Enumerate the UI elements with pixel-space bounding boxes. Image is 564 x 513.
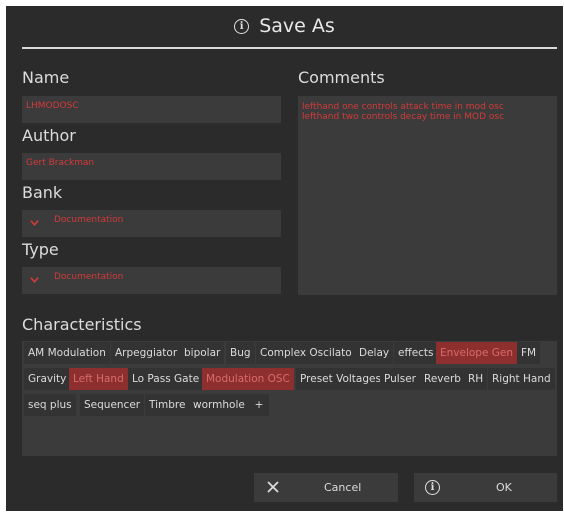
cancel-button[interactable]: Cancel — [254, 473, 398, 502]
save-as-dialog: i Save As Name LHMODOSC Author Gert Brac… — [6, 6, 563, 511]
characteristics-label: Characteristics — [22, 315, 142, 334]
info-icon: i — [425, 480, 440, 495]
ok-button[interactable]: i OK — [414, 473, 557, 502]
name-label: Name — [22, 68, 70, 87]
comments-label: Comments — [298, 68, 385, 87]
tag-seq-plus[interactable]: seq plus — [24, 394, 76, 416]
tag-timbre[interactable]: Timbre — [145, 394, 190, 416]
name-field[interactable]: LHMODOSC — [22, 96, 281, 123]
author-value: Gert Brackman — [26, 158, 95, 168]
tag-delay[interactable]: Delay — [355, 342, 394, 364]
info-icon: i — [234, 18, 250, 34]
bank-select[interactable]: Documentation — [22, 210, 281, 237]
type-value: Documentation — [54, 272, 124, 282]
close-icon — [267, 481, 279, 493]
type-label: Type — [22, 240, 59, 259]
tag-preset-voltages[interactable]: Preset Voltages — [296, 368, 385, 390]
tag-reverb[interactable]: Reverb — [420, 368, 465, 390]
dialog-title: Save As — [259, 15, 335, 37]
tag-envelope-gen[interactable]: Envelope Gen — [436, 342, 518, 364]
tag-sequencer[interactable]: Sequencer — [80, 394, 145, 416]
ok-label: OK — [496, 481, 512, 494]
type-select[interactable]: Documentation — [22, 267, 281, 294]
tag-bipolar[interactable]: bipolar — [180, 342, 225, 364]
cancel-label: Cancel — [324, 481, 362, 494]
chevron-down-icon — [30, 220, 39, 226]
tag-am-modulation[interactable]: AM Modulation — [24, 342, 110, 364]
tag-modulation-osc[interactable]: Modulation OSC — [202, 368, 294, 390]
tag-left-hand[interactable]: Left Hand — [69, 368, 128, 390]
tag-pulser[interactable]: Pulser — [380, 368, 420, 390]
tag-lo-pass-gate[interactable]: Lo Pass Gate — [128, 368, 204, 390]
dialog-header: i Save As — [6, 6, 563, 46]
name-value: LHMODOSC — [26, 101, 79, 111]
author-field[interactable]: Gert Brackman — [22, 153, 281, 180]
tag-bug[interactable]: Bug — [226, 342, 255, 364]
chevron-down-icon — [30, 277, 39, 283]
header-divider — [22, 47, 557, 49]
author-label: Author — [22, 126, 76, 145]
bank-label: Bank — [22, 183, 63, 202]
tag-rh[interactable]: RH — [464, 368, 488, 390]
add-tag-button[interactable]: + — [249, 394, 269, 416]
tag-fm[interactable]: FM — [517, 342, 541, 364]
tag-right-hand[interactable]: Right Hand — [488, 368, 555, 390]
tag-complex-oscilato[interactable]: Complex Oscilato — [256, 342, 356, 364]
comments-textarea[interactable]: lefthand one controls attack time in mod… — [298, 96, 557, 295]
tag-wormhole[interactable]: wormhole — [189, 394, 249, 416]
bank-value: Documentation — [54, 215, 124, 225]
tag-effects[interactable]: effects — [394, 342, 438, 364]
tag-gravity[interactable]: Gravity — [24, 368, 71, 390]
tag-arpeggiator[interactable]: Arpeggiator — [111, 342, 182, 364]
